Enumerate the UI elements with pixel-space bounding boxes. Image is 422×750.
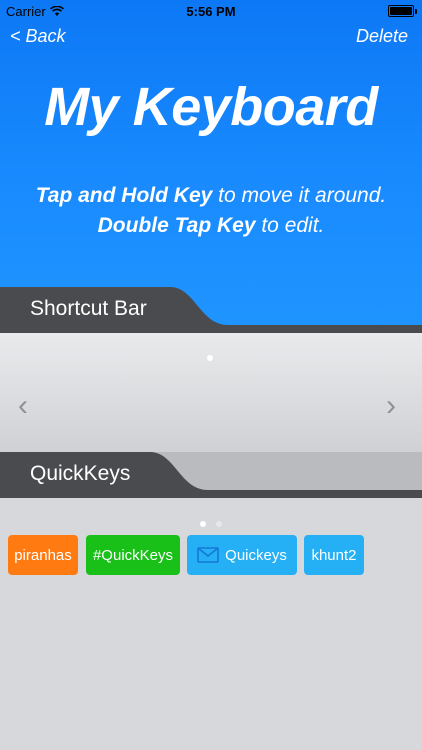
chevron-right-icon[interactable]: ›: [386, 391, 396, 421]
back-button[interactable]: < Back: [10, 26, 66, 47]
shortcut-bar-panel: ‹ ›: [0, 333, 422, 452]
quickkeys-label: QuickKeys: [30, 462, 131, 485]
shortcut-bar-label: Shortcut Bar: [30, 297, 147, 320]
quickkey-khunt2[interactable]: khunt2: [304, 535, 364, 575]
status-bar: Carrier 5:56 PM: [0, 0, 422, 22]
envelope-icon: [197, 547, 219, 563]
instruction-line-2: Double Tap Key to edit.: [97, 214, 325, 237]
quickkey-email[interactable]: Quickeys: [187, 535, 297, 575]
battery-icon: [388, 5, 417, 17]
shortcut-bar-header: Shortcut Bar: [0, 287, 422, 333]
page-dot-active: [200, 521, 206, 527]
page-title: My Keyboard: [44, 77, 378, 137]
chevron-left-icon[interactable]: ‹: [18, 391, 28, 421]
page-dot: [216, 521, 222, 527]
delete-button[interactable]: Delete: [356, 26, 408, 47]
instruction-line-1: Tap and Hold Key to move it around.: [35, 184, 387, 207]
quickkeys-header: QuickKeys: [0, 452, 422, 498]
header-background: [0, 0, 422, 330]
quickkey-piranhas[interactable]: piranhas: [8, 535, 78, 575]
quickkey-hashtag[interactable]: #QuickKeys: [86, 535, 180, 575]
page-dot: [207, 355, 213, 361]
status-time: 5:56 PM: [186, 4, 236, 19]
